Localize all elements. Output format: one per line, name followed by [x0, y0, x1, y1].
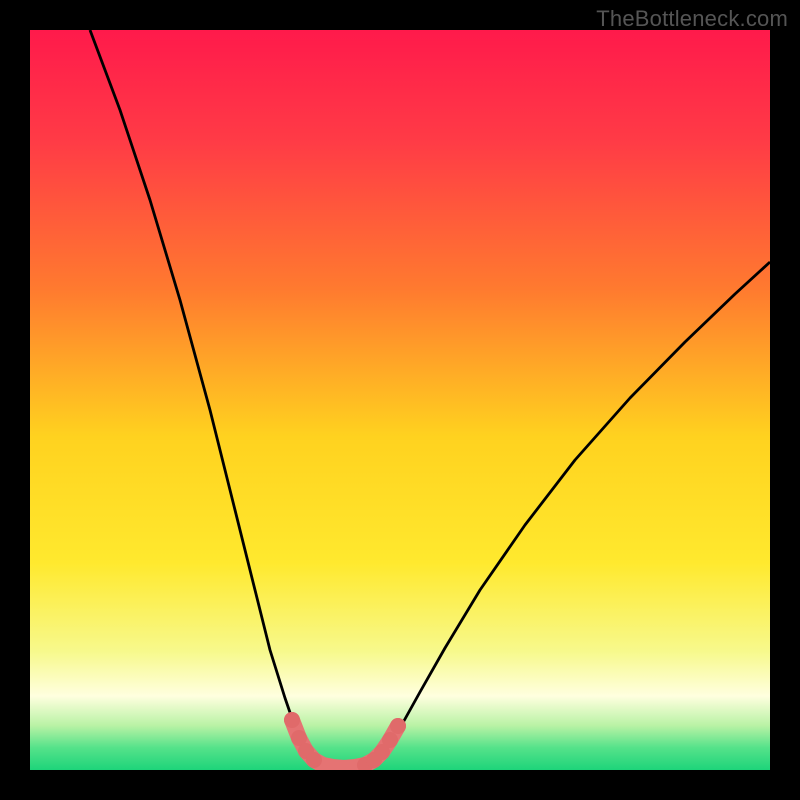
marker-dot [306, 752, 322, 768]
marker-dot [390, 718, 406, 734]
chart-svg [30, 30, 770, 770]
gradient-background [30, 30, 770, 770]
watermark-text: TheBottleneck.com [596, 6, 788, 32]
chart-frame: TheBottleneck.com [0, 0, 800, 800]
marker-dot [382, 732, 398, 748]
plot-area [30, 30, 770, 770]
marker-dot [284, 712, 300, 728]
